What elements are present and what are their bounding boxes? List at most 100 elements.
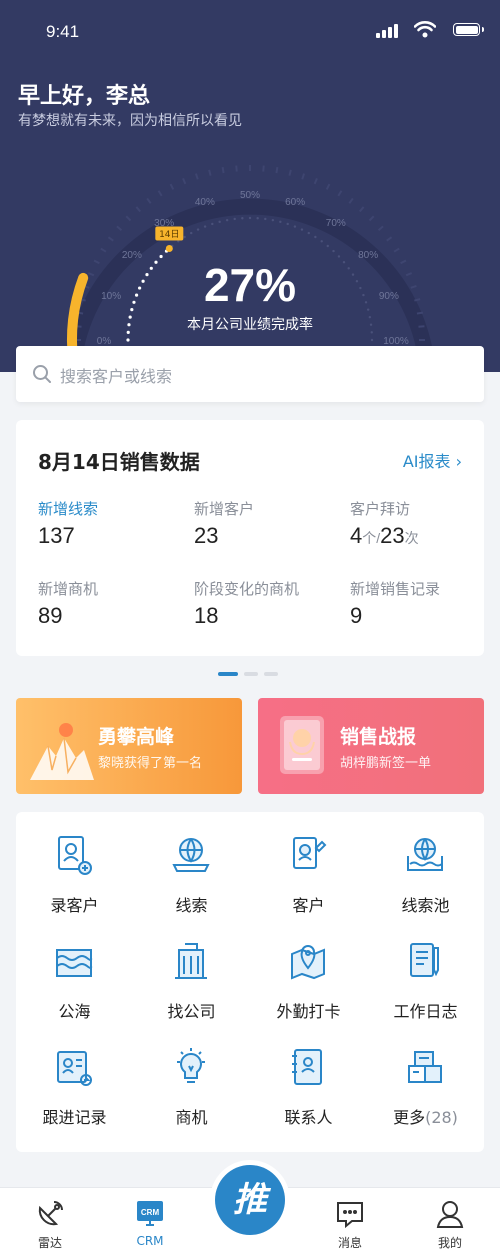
feature-count: (28) (425, 1108, 458, 1127)
banner-sales-report[interactable]: 销售战报 胡梓鹏新签一单 (258, 698, 484, 794)
feature-follow-records[interactable]: 跟进记录 (16, 1028, 133, 1134)
stat-value-secondary: 23 (380, 523, 404, 548)
gauge-rim-tick (327, 184, 330, 189)
feature-lead-pool[interactable]: 线索池 (367, 816, 484, 922)
banner-title: 勇攀高峰 (98, 722, 174, 749)
greeting: 早上好，李总 (18, 78, 150, 110)
feature-label: 公海 (16, 998, 133, 1022)
stat-label: 新增客户 (194, 498, 344, 519)
feature-find-company[interactable]: 找公司 (133, 922, 250, 1028)
feature-field-checkin[interactable]: 外勤打卡 (250, 922, 367, 1028)
page-dot-active (218, 672, 238, 676)
gauge-rim-tick (147, 198, 151, 203)
stat-customer-visits[interactable]: 客户拜访 4个/23次 (350, 498, 500, 549)
gauge-dot (321, 240, 323, 242)
tab-radar[interactable]: 雷达 (0, 1188, 100, 1255)
wifi-icon (414, 20, 436, 38)
tab-profile[interactable]: 我的 (400, 1188, 500, 1255)
search-bar[interactable]: 搜索客户或线索 (16, 346, 484, 402)
gauge-rim-tick (302, 174, 304, 180)
gauge-marker-dot (166, 245, 173, 252)
boxes-icon (405, 1046, 445, 1090)
gauge-tick-label: 60% (285, 197, 305, 208)
push-label: 推 (215, 1165, 285, 1235)
globe-pool-icon (405, 834, 445, 878)
hero-header: 9:41 早上好，李总 有梦想就有未来，因为相信所以看见 0%10%20%30%… (0, 0, 500, 372)
feature-label: 跟进记录 (16, 1104, 133, 1128)
gauge-rim-tick (360, 207, 364, 212)
feature-work-log[interactable]: 工作日志 (367, 922, 484, 1028)
gauge-rim-tick (126, 216, 130, 220)
stat-label: 阶段变化的商机 (194, 578, 344, 599)
gauge-dot (249, 217, 251, 219)
gauge-dot (287, 223, 289, 225)
stat-label: 新增商机 (38, 578, 188, 599)
stat-new-sales-records[interactable]: 新增销售记录 9 (350, 578, 500, 629)
stat-new-customers[interactable]: 新增客户 23 (194, 498, 344, 549)
feature-customers[interactable]: 客户 (250, 816, 367, 922)
feature-public-sea[interactable]: 公海 (16, 922, 133, 1028)
search-icon (32, 364, 52, 384)
ai-report-link[interactable]: AI报表 › (403, 448, 462, 472)
sales-data-card: 8月14日销售数据 AI报表 › 新增线索 137 新增客户 23 客户拜访 4… (16, 420, 484, 656)
gauge-dot (190, 232, 192, 234)
feature-label: 客户 (250, 892, 367, 916)
stat-label: 新增销售记录 (350, 578, 500, 599)
feature-label: 录客户 (16, 892, 133, 916)
gauge-rim-tick (289, 170, 290, 176)
gauge-dot (272, 219, 274, 221)
message-icon (334, 1198, 366, 1230)
feature-label: 线索池 (367, 892, 484, 916)
gauge-dot (279, 221, 281, 223)
gauge-rim-tick (171, 184, 174, 189)
gauge-dot (197, 228, 199, 230)
gauge-rim-tick (349, 198, 353, 203)
gauge-marker-label: 14日 (159, 229, 179, 240)
gauge-tick-label: 40% (195, 197, 215, 208)
tab-label: 我的 (400, 1234, 500, 1251)
feature-opportunities[interactable]: 商机 (133, 1028, 250, 1134)
feature-label: 更多 (393, 1108, 425, 1127)
gauge-dot (204, 225, 206, 227)
gauge-rim-tick (387, 237, 392, 241)
page-dot (264, 672, 278, 676)
stat-label: 新增线索 (38, 498, 188, 519)
gauge-rim-tick (379, 226, 384, 230)
gauge-rim-tick (338, 191, 341, 196)
page-indicator[interactable] (218, 672, 284, 691)
stat-new-leads[interactable]: 新增线索 137 (38, 498, 188, 549)
feature-leads[interactable]: 线索 (133, 816, 250, 922)
gauge-dot (183, 236, 185, 238)
stat-stage-changed[interactable]: 阶段变化的商机 18 (194, 578, 344, 629)
stat-new-opportunities[interactable]: 新增商机 89 (38, 578, 188, 629)
stat-unit: 次 (405, 530, 419, 546)
feature-contacts[interactable]: 联系人 (250, 1028, 367, 1134)
banner-subtitle: 黎晓获得了第一名 (98, 752, 202, 771)
gauge-tick-label: 70% (326, 218, 346, 229)
gauge-rim-tick (315, 178, 317, 184)
completion-value: 27% (0, 258, 500, 312)
stat-value: 23 (194, 523, 344, 549)
feature-grid: 录客户 线索 客户 线索池 公海 找公司 外勤打卡 (16, 812, 484, 1152)
gauge-tick-label: 50% (240, 190, 260, 201)
stat-value: 137 (38, 523, 188, 549)
feature-more[interactable]: 更多(28) (367, 1028, 484, 1134)
award-certificate-icon (274, 712, 334, 782)
gauge-rim-tick (196, 174, 198, 180)
motto: 有梦想就有未来，因为相信所以看见 (18, 110, 242, 130)
feature-label: 找公司 (133, 998, 250, 1022)
customer-icon (288, 834, 328, 878)
gauge-rim-tick (136, 207, 140, 212)
tab-messages[interactable]: 消息 (300, 1188, 400, 1255)
gauge-rim-tick (159, 191, 162, 196)
gauge-dot (241, 217, 243, 219)
feature-add-customer[interactable]: 录客户 (16, 816, 133, 922)
gauge-dot (327, 245, 329, 247)
banner-climb-peak[interactable]: 勇攀高峰 黎晓获得了第一名 (16, 698, 242, 794)
gauge-rim-tick (117, 226, 122, 230)
gauge-rim-tick (394, 249, 399, 252)
gauge-rim-tick (223, 167, 224, 173)
lightbulb-icon (171, 1046, 211, 1090)
push-button[interactable]: 推 (210, 1160, 290, 1240)
tab-crm[interactable]: CRM CRM (100, 1188, 200, 1255)
